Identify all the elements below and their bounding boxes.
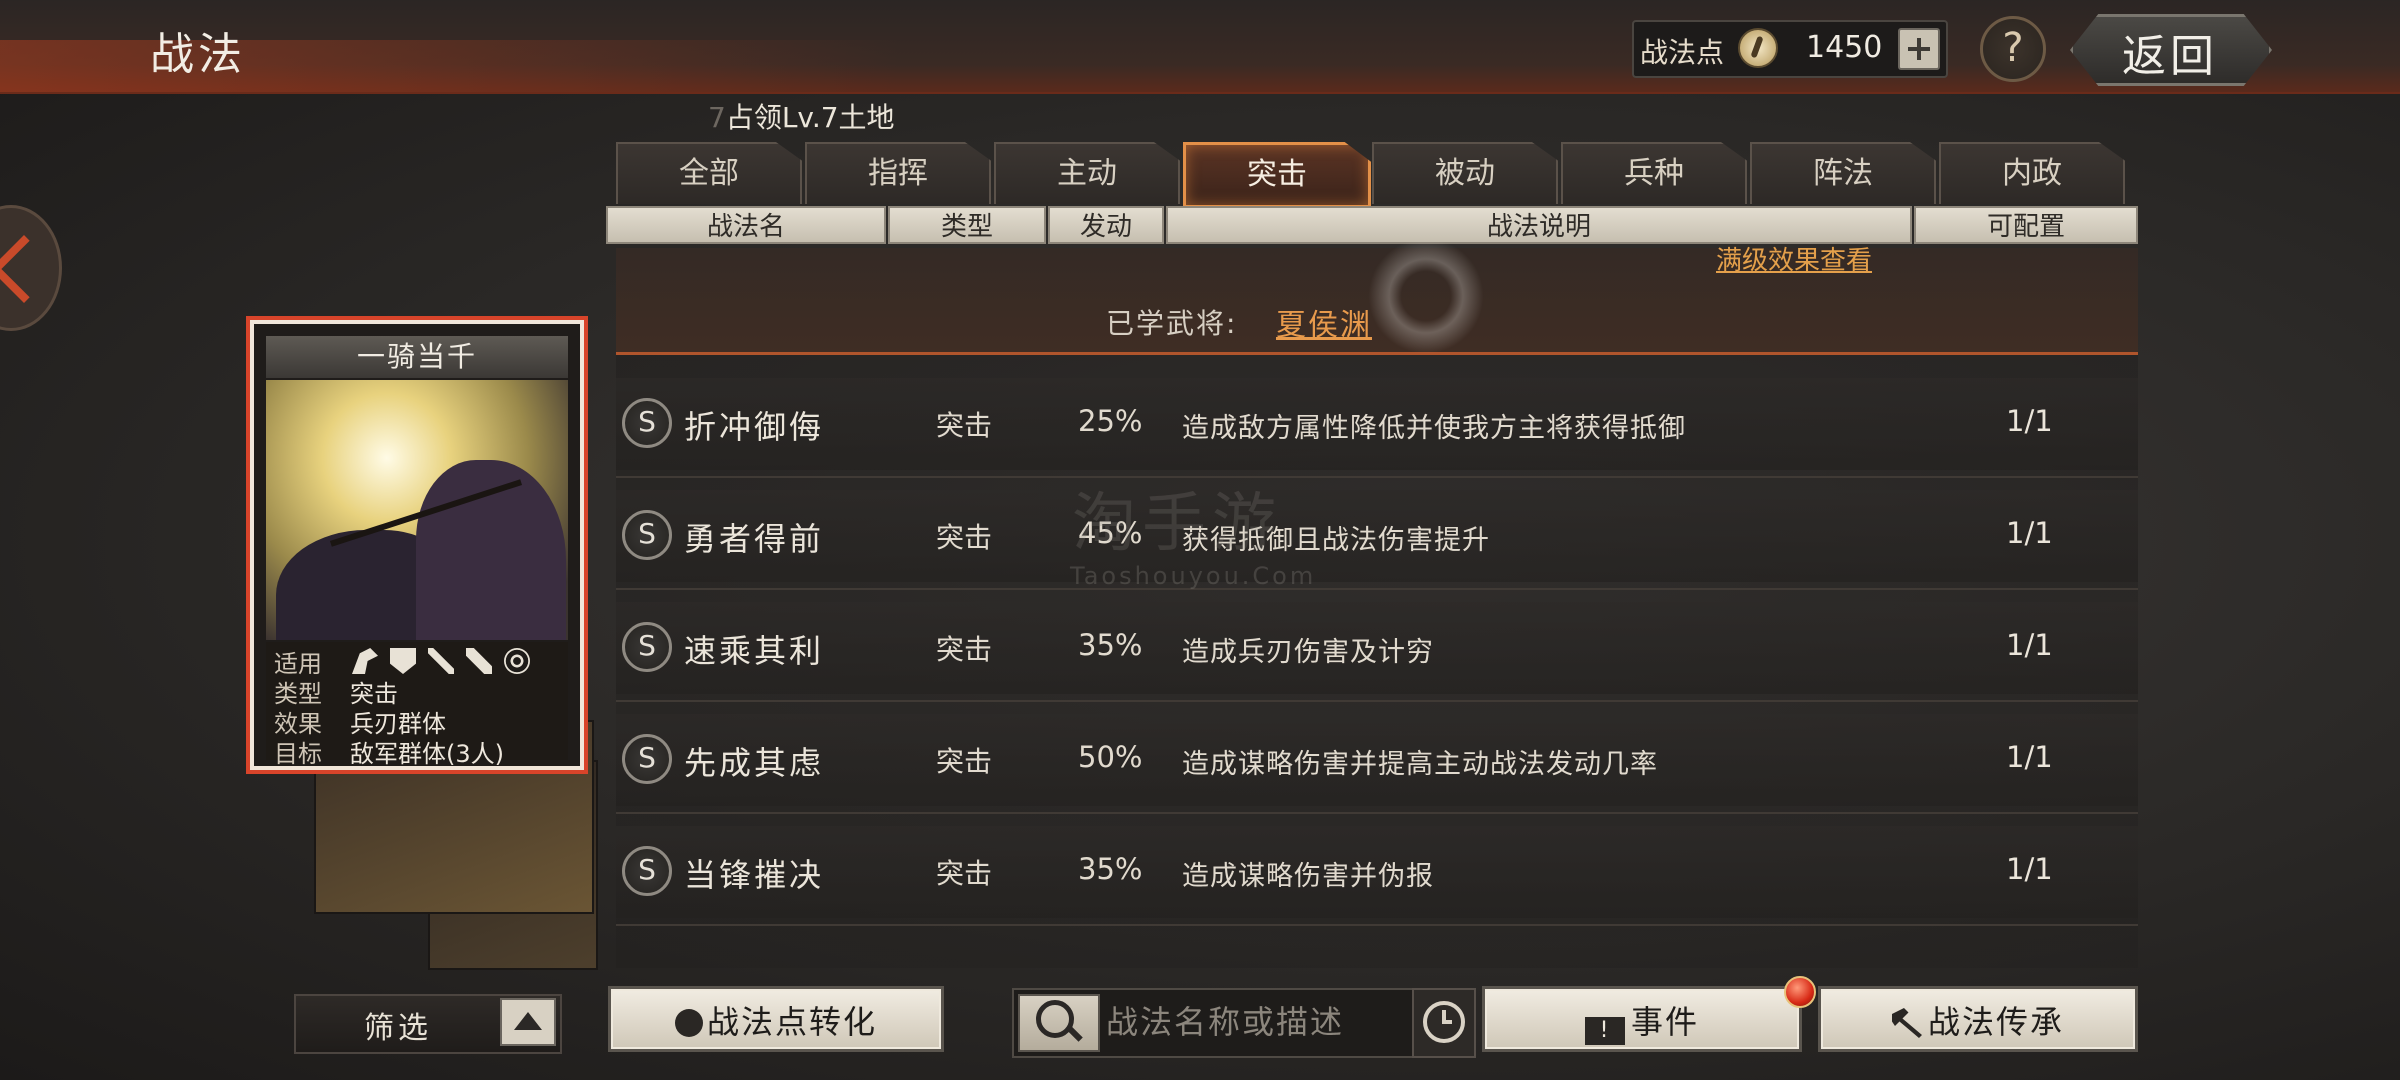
- hammer-icon: [1891, 1008, 1922, 1038]
- card-artwork: [266, 380, 568, 640]
- convert-points-button[interactable]: 战法点转化: [608, 986, 944, 1052]
- card-target-row: 目标 敌军群体(3人): [274, 734, 504, 769]
- tactic-point-coin-icon: [1738, 28, 1778, 68]
- clock-icon[interactable]: [1423, 1001, 1465, 1043]
- wheel-icon: [504, 648, 530, 674]
- page-title: 战法: [150, 29, 246, 80]
- tactic-name: 勇者得前: [684, 520, 825, 558]
- search-input[interactable]: [1104, 996, 1408, 1048]
- tactic-desc: 造成敌方属性降低并使我方主将获得抵御: [1182, 413, 1686, 444]
- learned-general-link[interactable]: 夏侯渊: [1276, 300, 1372, 344]
- search-icon[interactable]: [1036, 1000, 1074, 1038]
- card-target-value: 敌军群体(3人): [350, 740, 504, 768]
- tab-assault[interactable]: 突击: [1183, 142, 1371, 208]
- card-title: 一骑当千: [266, 336, 568, 378]
- filter-expand-button[interactable]: [500, 998, 556, 1046]
- tactic-name: 当锋摧决: [684, 856, 825, 894]
- tab-formation[interactable]: 阵法: [1750, 142, 1936, 204]
- tab-active[interactable]: 主动: [994, 142, 1180, 204]
- full-level-effect-link[interactable]: 满级效果查看: [1716, 240, 1872, 277]
- back-button-label[interactable]: 返回: [2122, 20, 2218, 84]
- notification-dot: [1784, 976, 1816, 1008]
- table-row[interactable]: S 速乘其利 突击 35% 造成兵刃伤害及计穷 1/1: [616, 596, 2138, 702]
- tactic-desc: 造成谋略伤害并伪报: [1182, 861, 1434, 892]
- tab-passive[interactable]: 被动: [1372, 142, 1558, 204]
- tactic-config: 1/1: [2006, 852, 2053, 886]
- tactic-rate: 25%: [1078, 404, 1143, 438]
- column-header-name[interactable]: 战法名: [606, 206, 886, 244]
- top-bar-glow: [0, 40, 900, 92]
- tactic-name: 先成其虑: [684, 744, 825, 782]
- inherit-label: 战法传承: [1927, 1003, 2064, 1041]
- column-header-config[interactable]: 可配置: [1914, 206, 2138, 244]
- tactic-config: 1/1: [2006, 628, 2053, 662]
- tactic-type: 突击: [936, 521, 993, 554]
- add-points-button[interactable]: [1898, 28, 1940, 70]
- unlock-hint: 7占领Lv.7土地: [708, 96, 895, 136]
- filter-label[interactable]: 筛选: [364, 1003, 432, 1047]
- tactic-config: 1/1: [2006, 516, 2053, 550]
- tactic-config: 1/1: [2006, 404, 2053, 438]
- table-row[interactable]: S 折冲御侮 突击 25% 造成敌方属性降低并使我方主将获得抵御 1/1: [616, 372, 2138, 478]
- tab-all[interactable]: 全部: [616, 142, 802, 204]
- tactic-desc: 造成兵刃伤害及计穷: [1182, 637, 1434, 668]
- help-button[interactable]: ?: [1980, 16, 2046, 82]
- drop-icon: [674, 1009, 703, 1037]
- tab-command[interactable]: 指挥: [805, 142, 991, 204]
- spear-icon: [466, 648, 492, 674]
- watermark: 淘手游: [1072, 487, 1282, 561]
- card-info: 适用 类型 突击 效果 兵刃群体 目标 敌军群体(3人): [266, 642, 568, 768]
- tab-internal[interactable]: 内政: [1939, 142, 2125, 204]
- tactic-type: 突击: [936, 745, 993, 778]
- table-row[interactable]: S 当锋摧决 突击 35% 造成谋略伤害并伪报 1/1: [616, 820, 2138, 926]
- tactic-name: 折冲御侮: [684, 408, 825, 446]
- tactic-config: 1/1: [2006, 740, 2053, 774]
- grade-s-icon: S: [622, 510, 672, 560]
- tactic-type: 突击: [936, 409, 993, 442]
- grade-s-icon: S: [622, 398, 672, 448]
- tactic-points-value: 1450: [1806, 30, 1883, 65]
- column-header-rate[interactable]: 发动: [1048, 206, 1164, 244]
- grade-s-icon: S: [622, 622, 672, 672]
- unlock-hint-faded: 7: [708, 101, 726, 134]
- column-header-desc: 战法说明: [1166, 206, 1912, 244]
- card-art-rider: [416, 460, 566, 640]
- learned-general-label: 已学武将:: [1106, 307, 1238, 340]
- event-icon: !: [1584, 1017, 1625, 1045]
- tactic-detail-card[interactable]: 一骑当千 适用 类型 突击 效果 兵刃群体 目标 敌军群体(3人): [250, 320, 584, 770]
- card-target-key: 目标: [274, 740, 322, 768]
- event-button[interactable]: ! 事件: [1482, 986, 1802, 1052]
- tactic-name: 速乘其利: [684, 632, 825, 670]
- tactic-rate: 35%: [1078, 852, 1143, 886]
- unlock-hint-text: 占领Lv.7土地: [725, 101, 895, 134]
- loading-spinner-icon: [1368, 238, 1484, 354]
- grade-s-icon: S: [622, 734, 672, 784]
- tactic-desc: 造成谋略伤害并提高主动战法发动几率: [1182, 749, 1658, 780]
- convert-points-label: 战法点转化: [706, 1003, 877, 1041]
- event-label: 事件: [1630, 1003, 1699, 1041]
- shield-icon: [390, 648, 416, 674]
- tactic-type: 突击: [936, 633, 993, 666]
- tactic-points-label: 战法点: [1640, 36, 1725, 69]
- applicable-units: [352, 648, 530, 674]
- tactic-rate: 35%: [1078, 628, 1143, 662]
- horse-icon: [352, 648, 378, 674]
- tactic-rate: 50%: [1078, 740, 1143, 774]
- watermark-url: Taoshouyou.Com: [1070, 562, 1317, 590]
- column-header-type[interactable]: 类型: [888, 206, 1046, 244]
- tactic-type: 突击: [936, 857, 993, 890]
- tab-troop[interactable]: 兵种: [1561, 142, 1747, 204]
- table-row[interactable]: S 先成其虑 突击 50% 造成谋略伤害并提高主动战法发动几率 1/1: [616, 708, 2138, 814]
- grade-s-icon: S: [622, 846, 672, 896]
- inherit-button[interactable]: 战法传承: [1818, 986, 2138, 1052]
- bow-icon: [428, 648, 454, 674]
- table-row[interactable]: S 勇者得前 突击 45% 获得抵御且战法伤害提升 1/1: [616, 484, 2138, 590]
